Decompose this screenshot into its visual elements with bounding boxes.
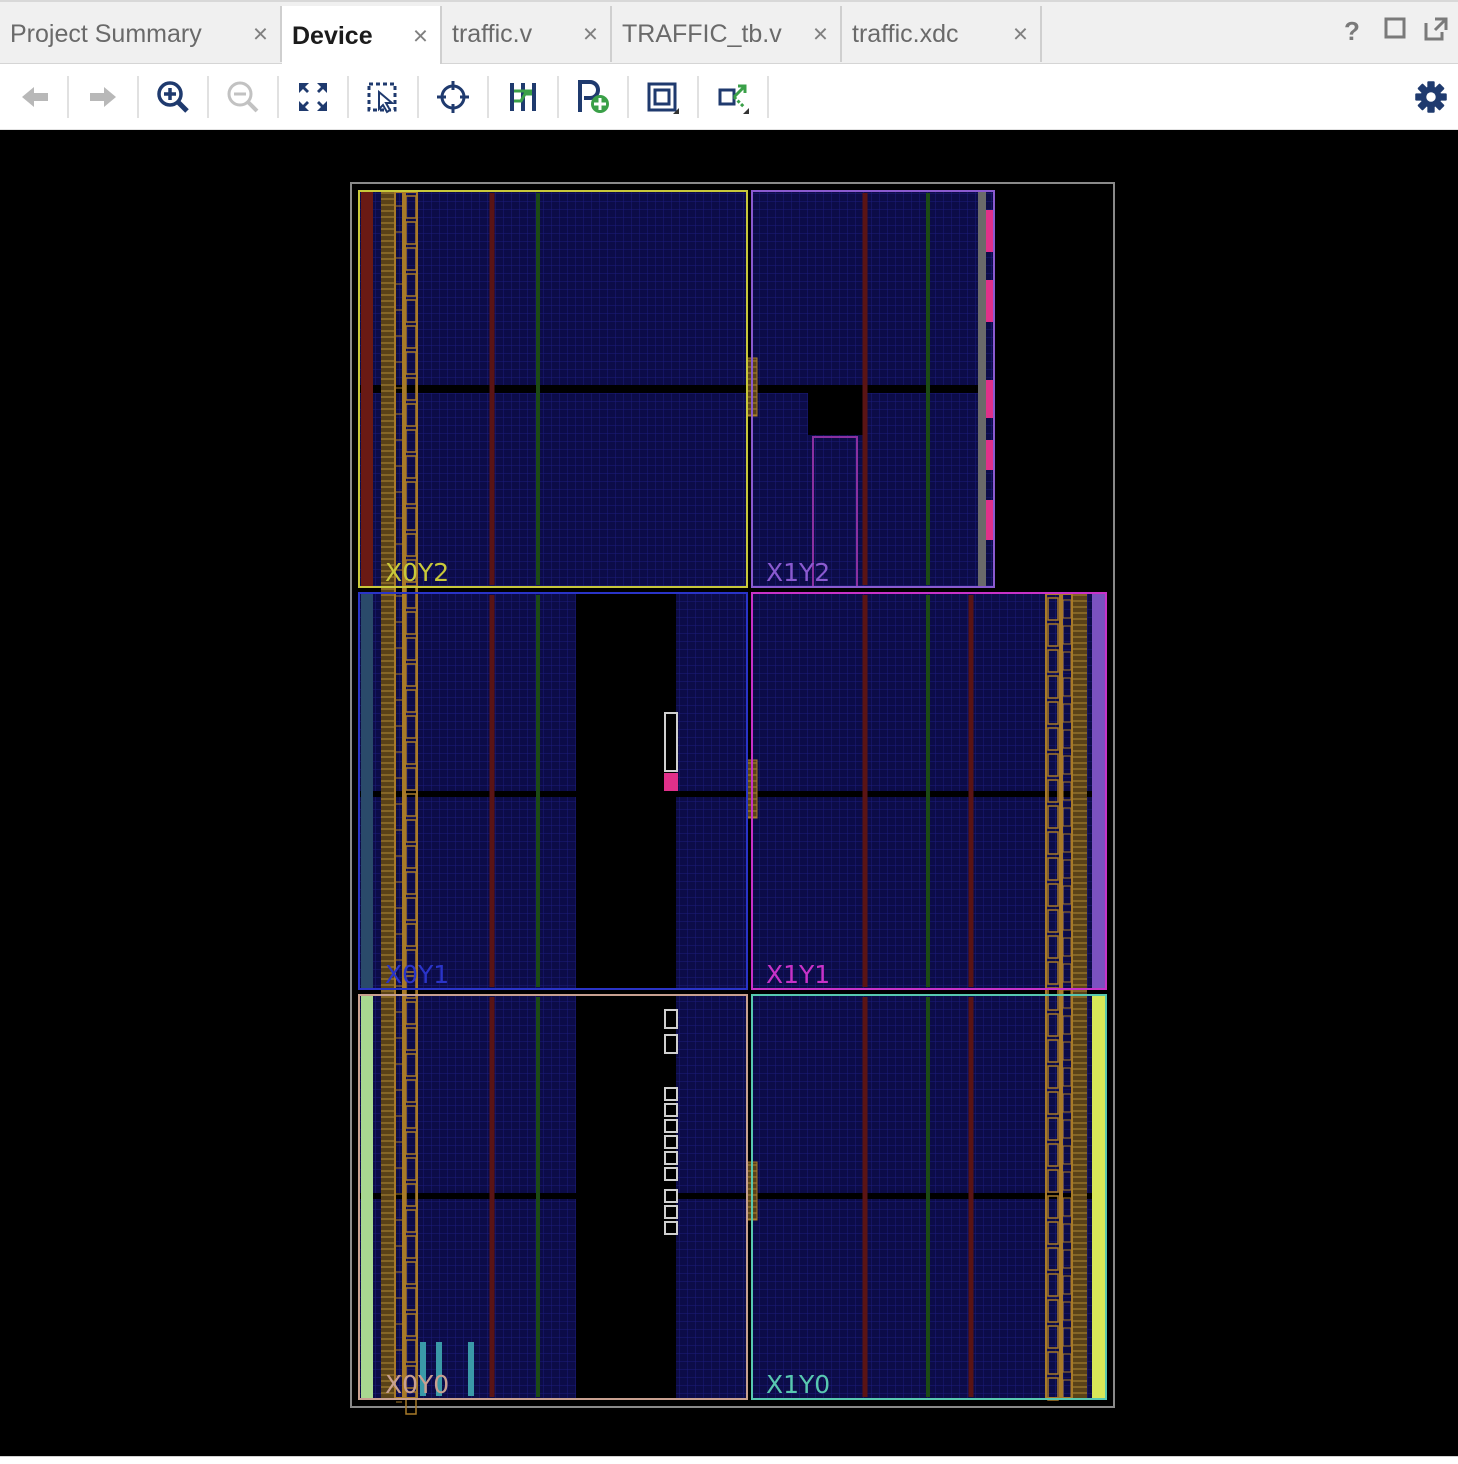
forward-arrow-icon[interactable] — [82, 76, 124, 118]
toolbar-separator — [417, 76, 419, 118]
tab-project-summary[interactable]: Project Summary × — [0, 6, 282, 62]
close-icon[interactable]: × — [813, 19, 828, 50]
clock-region-label: X1Y1 — [766, 960, 830, 989]
gear-icon[interactable] — [1410, 76, 1450, 118]
device-view-canvas[interactable]: X0Y2 X1Y2 X0Y1 X1Y1 X0Y0 X1Y0 — [0, 130, 1458, 1456]
back-arrow-icon[interactable] — [14, 76, 56, 118]
tab-traffic-v[interactable]: traffic.v × — [442, 6, 612, 62]
toolbar-separator — [487, 76, 489, 118]
tab-label: TRAFFIC_tb.v — [622, 19, 782, 48]
toolbar-separator — [137, 76, 139, 118]
toolbar-separator — [207, 76, 209, 118]
tab-traffic-tb-v[interactable]: TRAFFIC_tb.v × — [612, 6, 842, 62]
tab-label: Device — [292, 21, 373, 50]
clock-region-label: X0Y0 — [385, 1370, 449, 1399]
autofit-selection-icon[interactable] — [432, 76, 474, 118]
zoom-out-icon[interactable] — [222, 76, 264, 118]
tab-label: traffic.v — [452, 19, 533, 48]
toolbar-separator — [767, 76, 769, 118]
select-nets-icon[interactable] — [712, 76, 754, 118]
clock-region-label: X1Y2 — [766, 558, 830, 587]
tab-label: Project Summary — [10, 19, 202, 48]
help-icon[interactable]: ? — [1344, 16, 1360, 47]
toolbar-separator — [347, 76, 349, 118]
zoom-fit-icon[interactable] — [292, 76, 334, 118]
maximize-icon[interactable] — [1383, 16, 1407, 47]
close-icon[interactable]: × — [583, 19, 598, 50]
clock-region-label: X0Y1 — [385, 960, 449, 989]
toolbar-separator — [67, 76, 69, 118]
toolbar-separator — [557, 76, 559, 118]
toolbar-separator — [697, 76, 699, 118]
close-icon[interactable]: × — [413, 21, 428, 52]
close-icon[interactable]: × — [253, 19, 268, 50]
float-window-icon[interactable] — [1423, 16, 1449, 49]
bottom-border — [0, 1456, 1458, 1464]
toolbar-separator — [627, 76, 629, 118]
tab-label: traffic.xdc — [852, 19, 959, 48]
clock-region-label: X1Y0 — [766, 1370, 830, 1399]
zoom-to-selected-icon[interactable] — [362, 76, 404, 118]
toolbar-separator — [277, 76, 279, 118]
tab-traffic-xdc[interactable]: traffic.xdc × — [842, 6, 1042, 62]
clock-region-label: X0Y2 — [385, 558, 449, 587]
device-toolbar — [0, 64, 1458, 130]
add-pblock-icon[interactable] — [572, 76, 614, 118]
tab-device[interactable]: Device × — [282, 6, 442, 66]
routing-resources-icon[interactable] — [502, 76, 544, 118]
fpga-device-floorplan[interactable]: X0Y2 X1Y2 X0Y1 X1Y1 X0Y0 X1Y0 — [0, 130, 1458, 1456]
zoom-in-icon[interactable] — [152, 76, 194, 118]
document-tab-bar: Project Summary × Device × traffic.v × T… — [0, 0, 1458, 66]
draw-pblock-icon[interactable] — [642, 76, 684, 118]
close-icon[interactable]: × — [1013, 19, 1028, 50]
